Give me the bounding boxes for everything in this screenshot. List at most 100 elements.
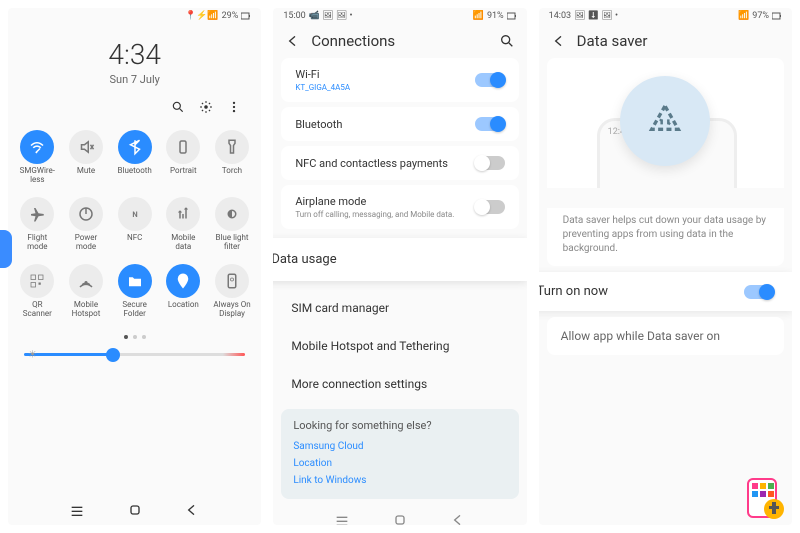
wifi-row[interactable]: Wi-FiKT_GIGA_4A5A <box>281 58 518 102</box>
qs-tile-plane[interactable]: Flightmode <box>14 193 61 256</box>
back-button[interactable] <box>450 512 466 525</box>
data-usage-row[interactable]: Data usage <box>273 238 526 281</box>
wifi-label: Wi-Fi <box>295 68 474 81</box>
search-icon[interactable] <box>171 100 185 114</box>
more-settings-row[interactable]: More connection settings <box>273 365 526 403</box>
bt-icon <box>118 130 152 164</box>
qs-tile-label: Powermode <box>75 234 98 252</box>
recents-button[interactable] <box>69 502 85 518</box>
suggestion-question: Looking for something else? <box>293 419 506 432</box>
airplane-row[interactable]: Airplane mode Turn off calling, messaging… <box>281 185 518 229</box>
back-icon[interactable] <box>551 33 567 49</box>
status-app-icons: 🖼 ⬇ 🖼 • <box>574 11 618 21</box>
qs-tile-bt[interactable]: Bluetooth <box>111 126 158 189</box>
hot-icon <box>69 264 103 298</box>
torch-icon <box>215 130 249 164</box>
nfc-toggle[interactable] <box>475 156 505 170</box>
qs-tile-nfc[interactable]: NNFC <box>111 193 158 256</box>
qs-tile-label: Torch <box>222 167 242 185</box>
qs-tile-loc[interactable]: Location <box>160 260 207 323</box>
wifi-toggle[interactable] <box>475 73 505 87</box>
qs-tile-label: Mute <box>77 167 95 185</box>
airplane-toggle[interactable] <box>475 200 505 214</box>
allow-app-row[interactable]: Allow app while Data saver on <box>547 317 784 355</box>
bluetooth-label: Bluetooth <box>295 118 474 131</box>
status-bar: 📍⚡📶 29% <box>8 8 261 24</box>
mute-icon <box>69 130 103 164</box>
aod-icon <box>215 264 249 298</box>
status-app-icons: 📹 🖼 🖼 • <box>309 11 353 21</box>
airplane-label: Airplane mode <box>295 195 474 208</box>
qr-icon <box>20 264 54 298</box>
wifi-icon <box>20 130 54 164</box>
data-saver-icon <box>620 76 710 166</box>
qs-tile-wifi[interactable]: SMGWire-less <box>14 126 61 189</box>
mdata-icon <box>166 197 200 231</box>
svg-text:N: N <box>132 210 137 219</box>
qs-tile-blf[interactable]: Blue lightfilter <box>209 193 256 256</box>
loc-icon <box>166 264 200 298</box>
home-button[interactable] <box>392 512 408 525</box>
qs-tile-torch[interactable]: Torch <box>209 126 256 189</box>
airplane-sub: Turn off calling, messaging, and Mobile … <box>295 210 474 219</box>
illustration: 12:45 <box>547 58 784 172</box>
search-icon[interactable] <box>499 33 515 49</box>
qs-tile-label: Location <box>168 301 199 319</box>
blf-icon <box>215 197 249 231</box>
brightness-slider[interactable]: ☀ <box>8 347 261 366</box>
battery-icon <box>507 11 517 21</box>
battery-percent: 29% <box>222 11 239 21</box>
qs-tile-label: Flightmode <box>27 234 47 252</box>
back-icon[interactable] <box>285 33 301 49</box>
link-location[interactable]: Location <box>293 455 506 472</box>
screen-connections: 15:00 📹 🖼 🖼 • 📶 91% Connections Wi-FiKT_… <box>273 8 526 525</box>
nfc-row[interactable]: NFC and contactless payments <box>281 146 518 180</box>
screen-data-saver: 14:03 🖼 ⬇ 🖼 • 📶 97% Data saver 12:45 Dat… <box>539 8 792 525</box>
qs-tile-label: Blue lightfilter <box>216 234 249 252</box>
turn-on-toggle[interactable] <box>744 285 774 299</box>
battery-icon <box>772 11 782 21</box>
qs-tile-power[interactable]: Powermode <box>63 193 110 256</box>
edge-panel-handle[interactable] <box>0 230 12 268</box>
qs-tile-label: SMGWire-less <box>20 167 55 185</box>
sim-card-row[interactable]: SIM card manager <box>273 289 526 327</box>
rotate-icon <box>166 130 200 164</box>
gear-icon[interactable] <box>199 100 213 114</box>
clock-date: Sun 7 July <box>8 73 261 86</box>
link-windows[interactable]: Link to Windows <box>293 472 506 489</box>
home-button[interactable] <box>127 502 143 518</box>
status-time: 14:03 <box>549 11 571 21</box>
qs-tile-label: Bluetooth <box>118 167 152 185</box>
more-icon[interactable] <box>227 100 241 114</box>
power-icon <box>69 197 103 231</box>
link-samsung-cloud[interactable]: Samsung Cloud <box>293 438 506 455</box>
back-button[interactable] <box>184 502 200 518</box>
qs-tile-label: Mobiledata <box>171 234 195 252</box>
status-signal-icons: 📶 <box>738 11 749 21</box>
bluetooth-row[interactable]: Bluetooth <box>281 107 518 141</box>
turn-on-label: Turn on now <box>539 284 744 299</box>
status-time: 15:00 <box>283 11 305 21</box>
hotspot-row[interactable]: Mobile Hotspot and Tethering <box>273 327 526 365</box>
plane-icon <box>20 197 54 231</box>
qs-tile-mdata[interactable]: Mobiledata <box>160 193 207 256</box>
qs-tile-label: Always OnDisplay <box>213 301 250 319</box>
qs-tile-hot[interactable]: MobileHotspot <box>63 260 110 323</box>
clock-area: 4:34 Sun 7 July <box>8 24 261 90</box>
nfc-label: NFC and contactless payments <box>295 157 474 170</box>
qs-tile-qr[interactable]: QRScanner <box>14 260 61 323</box>
qs-tile-mute[interactable]: Mute <box>63 126 110 189</box>
battery-percent: 97% <box>752 11 769 21</box>
qs-tile-folder[interactable]: SecureFolder <box>111 260 158 323</box>
bluetooth-toggle[interactable] <box>475 117 505 131</box>
page-indicator <box>8 327 261 347</box>
battery-icon <box>241 11 251 21</box>
suggestions-box: Looking for something else? Samsung Clou… <box>281 409 518 499</box>
page-title: Connections <box>311 32 488 50</box>
turn-on-row[interactable]: Turn on now <box>539 272 792 311</box>
clock-time: 4:34 <box>8 38 261 71</box>
qs-tile-label: QRScanner <box>23 301 52 319</box>
qs-tile-aod[interactable]: Always OnDisplay <box>209 260 256 323</box>
qs-tile-rotate[interactable]: Portrait <box>160 126 207 189</box>
recents-button[interactable] <box>334 512 350 525</box>
